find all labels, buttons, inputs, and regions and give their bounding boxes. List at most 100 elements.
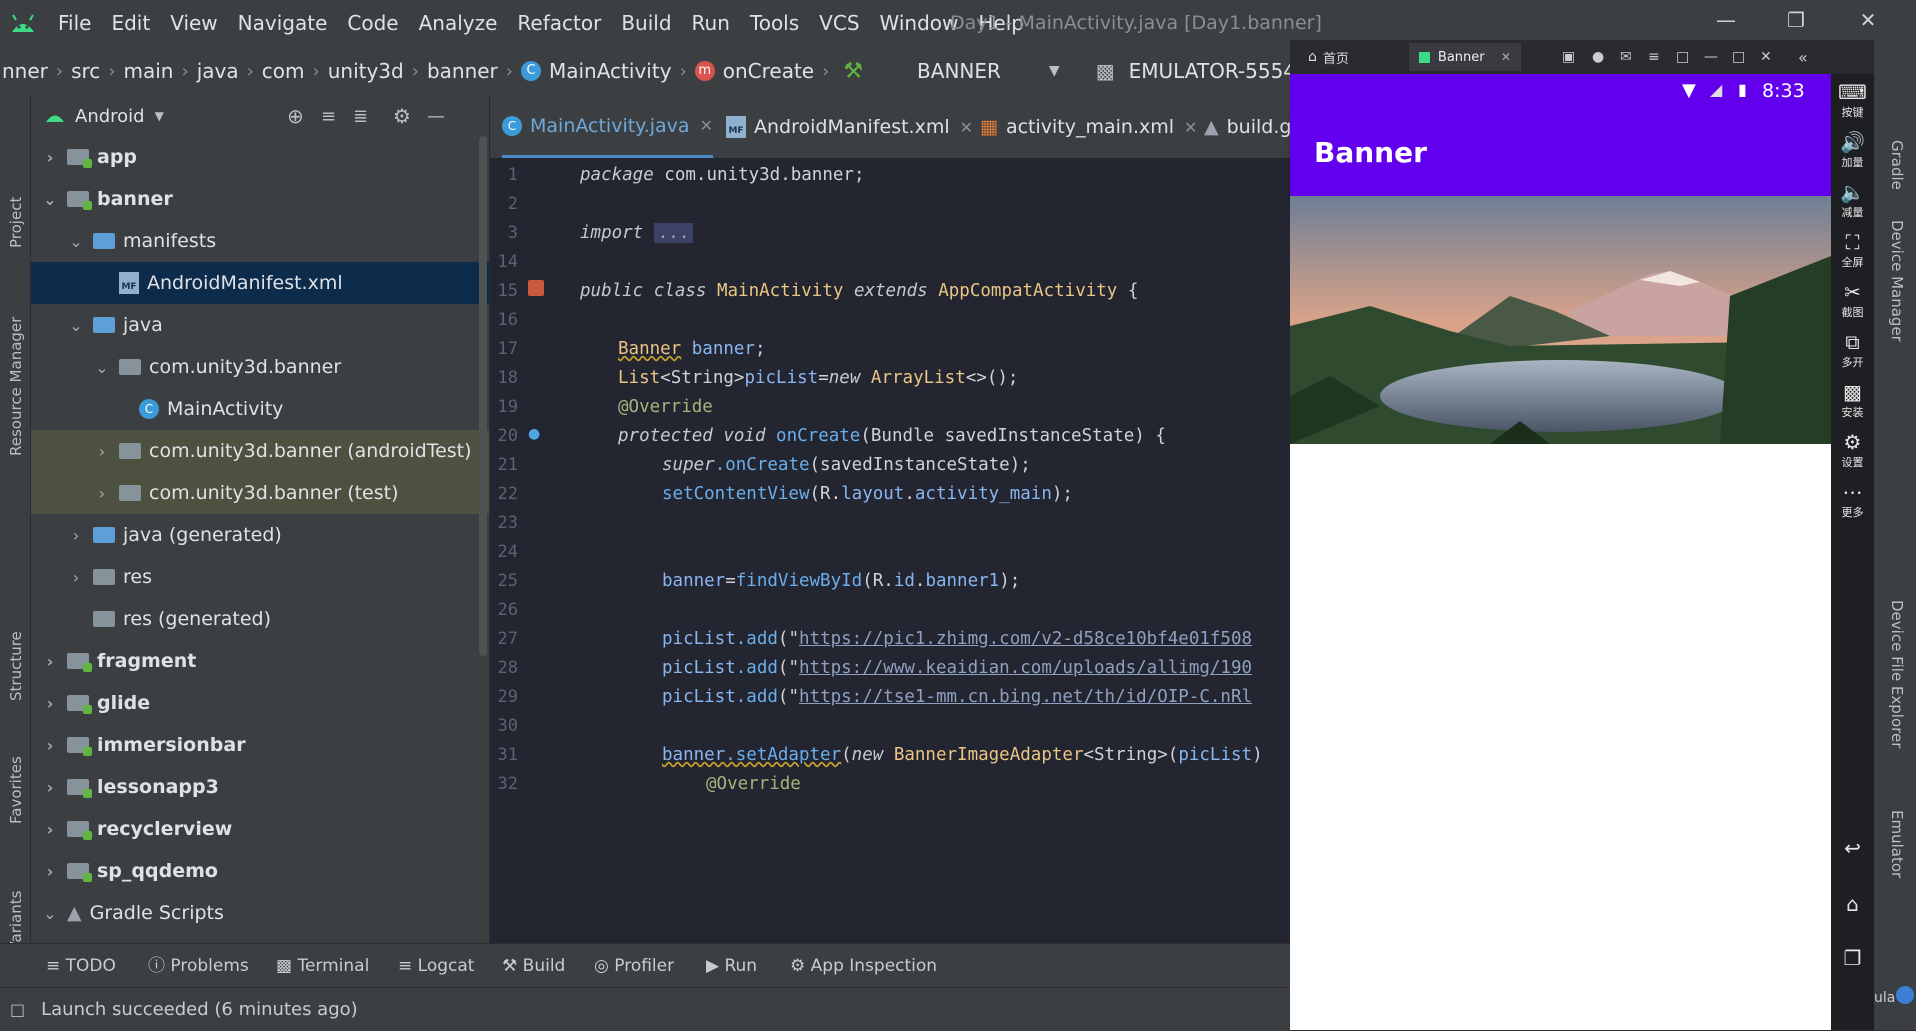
- menu-analyze[interactable]: Analyze: [409, 0, 508, 46]
- crumb-unity3d[interactable]: unity3d: [328, 59, 404, 83]
- tree-item-res-generated[interactable]: res (generated): [31, 598, 489, 640]
- terminal-tool[interactable]: ▩ Terminal: [276, 944, 369, 988]
- tree-item-androidmanifest[interactable]: MF AndroidManifest.xml: [31, 262, 489, 304]
- tree-item-java-generated[interactable]: › java (generated): [31, 514, 489, 556]
- code-url-link[interactable]: https://tse1-mm.cn.bing.net/th/id/OIP-C.…: [799, 687, 1252, 707]
- locate-icon[interactable]: ⊕: [287, 104, 304, 128]
- chevron-right-icon[interactable]: ›: [41, 736, 59, 755]
- tree-item-lessonapp3[interactable]: › lessonapp3: [31, 766, 489, 808]
- tree-item-gradle-scripts[interactable]: ⌄ ▲ Gradle Scripts: [31, 892, 489, 934]
- hammer-icon[interactable]: ⚒: [843, 59, 863, 84]
- project-tool-tab[interactable]: Project: [7, 197, 25, 248]
- close-tab-icon[interactable]: ✕: [700, 116, 713, 135]
- build-tool[interactable]: ⚒ Build: [502, 944, 565, 988]
- tree-item-app[interactable]: › app: [31, 136, 489, 178]
- tree-item-sp-qqdemo[interactable]: › sp_qqdemo: [31, 850, 489, 892]
- restore-button[interactable]: ❐: [1766, 0, 1826, 40]
- app-inspection-tool[interactable]: ⚙ App Inspection: [790, 944, 937, 988]
- chevron-down-icon[interactable]: ▼: [1049, 63, 1060, 79]
- chevron-down-icon[interactable]: ▼: [155, 109, 164, 123]
- device-select[interactable]: EMULATOR-5554: [1129, 59, 1296, 83]
- snap-icon[interactable]: □: [1676, 49, 1689, 65]
- crumb-mainactivity[interactable]: MainActivity: [549, 59, 672, 83]
- tab-mainactivity-java[interactable]: C MainActivity.java ✕: [502, 96, 713, 158]
- run-tool[interactable]: ▶ Run: [706, 944, 757, 988]
- menu-run[interactable]: Run: [682, 0, 740, 46]
- chevron-down-icon[interactable]: ⌄: [67, 316, 85, 335]
- menu-code[interactable]: Code: [337, 0, 408, 46]
- menu-refactor[interactable]: Refactor: [507, 0, 611, 46]
- user-avatar[interactable]: [1896, 986, 1914, 1004]
- menu-view[interactable]: View: [160, 0, 227, 46]
- code-url-link[interactable]: https://www.keaidian.com/uploads/allimg/…: [799, 658, 1252, 678]
- more-button[interactable]: ⋯ 更多: [1831, 480, 1874, 520]
- chevron-down-icon[interactable]: ⌄: [41, 190, 59, 209]
- chevron-right-icon[interactable]: ›: [93, 484, 111, 503]
- gear-icon[interactable]: ⚙: [393, 104, 411, 128]
- crumb-banner[interactable]: banner: [427, 59, 498, 83]
- volume-down-button[interactable]: 🔈 减量: [1831, 180, 1874, 220]
- crumb-src[interactable]: src: [71, 59, 100, 83]
- window-layout-icon[interactable]: □: [10, 1000, 25, 1019]
- minimize-button[interactable]: —: [1696, 0, 1756, 40]
- emulator-tab-home[interactable]: 首页: [1323, 48, 1349, 67]
- tab-build-gradle[interactable]: ▲ build.g: [1204, 96, 1291, 158]
- emulator-tab-banner[interactable]: Banner ✕: [1408, 43, 1521, 71]
- emu-minimize-icon[interactable]: —: [1704, 49, 1718, 65]
- tree-item-package-main[interactable]: ⌄ com.unity3d.banner: [31, 346, 489, 388]
- chevron-right-icon[interactable]: ›: [41, 820, 59, 839]
- code-url-link[interactable]: https://pic1.zhimg.com/v2-d58ce10bf4e01f…: [799, 629, 1252, 649]
- close-tab-icon[interactable]: ✕: [960, 118, 973, 137]
- tab-activity-main-xml[interactable]: ▦ activity_main.xml ✕: [980, 96, 1197, 158]
- crumb-oncreate[interactable]: onCreate: [723, 59, 814, 83]
- tree-item-java[interactable]: ⌄ java: [31, 304, 489, 346]
- tree-item-immersionbar[interactable]: › immersionbar: [31, 724, 489, 766]
- volume-up-button[interactable]: 🔊 加量: [1831, 130, 1874, 170]
- account-icon[interactable]: ●: [1592, 49, 1604, 65]
- menu-build[interactable]: Build: [611, 0, 681, 46]
- gutter-override-icon[interactable]: [528, 280, 544, 296]
- tree-item-glide[interactable]: › glide: [31, 682, 489, 724]
- tree-item-package-androidtest[interactable]: › com.unity3d.banner (androidTest): [31, 430, 489, 472]
- crumb-com[interactable]: com: [262, 59, 305, 83]
- menu-tools[interactable]: Tools: [740, 0, 809, 46]
- crumb-main[interactable]: main: [124, 59, 174, 83]
- menu-file[interactable]: File: [48, 0, 101, 46]
- settings-button[interactable]: ⚙ 设置: [1831, 430, 1874, 470]
- code-editor[interactable]: 1 2 3 14 15 16 17 18 19 20 21 22 23 24 2…: [490, 158, 1290, 943]
- menu-vcs[interactable]: VCS: [809, 0, 869, 46]
- tree-item-banner[interactable]: ⌄ banner: [31, 178, 489, 220]
- chevron-right-icon[interactable]: ›: [41, 694, 59, 713]
- tree-item-manifests[interactable]: ⌄ manifests: [31, 220, 489, 262]
- gamepad-icon[interactable]: ▣: [1562, 49, 1575, 65]
- favorites-tool-tab[interactable]: Favorites: [7, 756, 25, 824]
- device-file-explorer-tool-tab[interactable]: Device File Explorer: [1888, 600, 1906, 748]
- chevron-right-icon[interactable]: ›: [41, 778, 59, 797]
- keys-button[interactable]: ⌨ 按键: [1831, 80, 1874, 120]
- fullscreen-button[interactable]: ⛶ 全屏: [1831, 230, 1874, 270]
- gutter-implements-icon[interactable]: ●: [528, 426, 540, 442]
- tree-item-fragment[interactable]: › fragment: [31, 640, 489, 682]
- expand-all-icon[interactable]: ≡: [321, 106, 336, 127]
- chevron-right-icon[interactable]: ›: [67, 526, 85, 545]
- chevron-right-icon[interactable]: ›: [41, 148, 59, 167]
- screenshot-button[interactable]: ✂ 截图: [1831, 280, 1874, 320]
- chevron-down-icon[interactable]: ⌄: [67, 232, 85, 251]
- menu-navigate[interactable]: Navigate: [228, 0, 338, 46]
- folded-imports[interactable]: ...: [653, 223, 694, 243]
- banner-image[interactable]: [1290, 196, 1831, 444]
- mail-icon[interactable]: ✉: [1620, 49, 1632, 65]
- crumb-java[interactable]: java: [197, 59, 239, 83]
- profiler-tool[interactable]: ◎ Profiler: [594, 944, 674, 988]
- tab-androidmanifest-xml[interactable]: MF AndroidManifest.xml ✕: [726, 96, 973, 158]
- menu-icon[interactable]: ≡: [1648, 49, 1660, 65]
- install-apk-button[interactable]: ▩ 安装: [1831, 380, 1874, 420]
- emulator-tool-tab[interactable]: Emulator: [1888, 810, 1906, 878]
- collapse-all-icon[interactable]: ≣: [353, 106, 368, 127]
- gradle-tool-tab[interactable]: Gradle: [1888, 140, 1906, 190]
- collapse-sidebar-icon[interactable]: «: [1798, 48, 1808, 67]
- chevron-down-icon[interactable]: ⌄: [41, 904, 59, 923]
- tree-item-res[interactable]: › res: [31, 556, 489, 598]
- chevron-right-icon[interactable]: ›: [41, 862, 59, 881]
- chevron-right-icon[interactable]: ›: [41, 652, 59, 671]
